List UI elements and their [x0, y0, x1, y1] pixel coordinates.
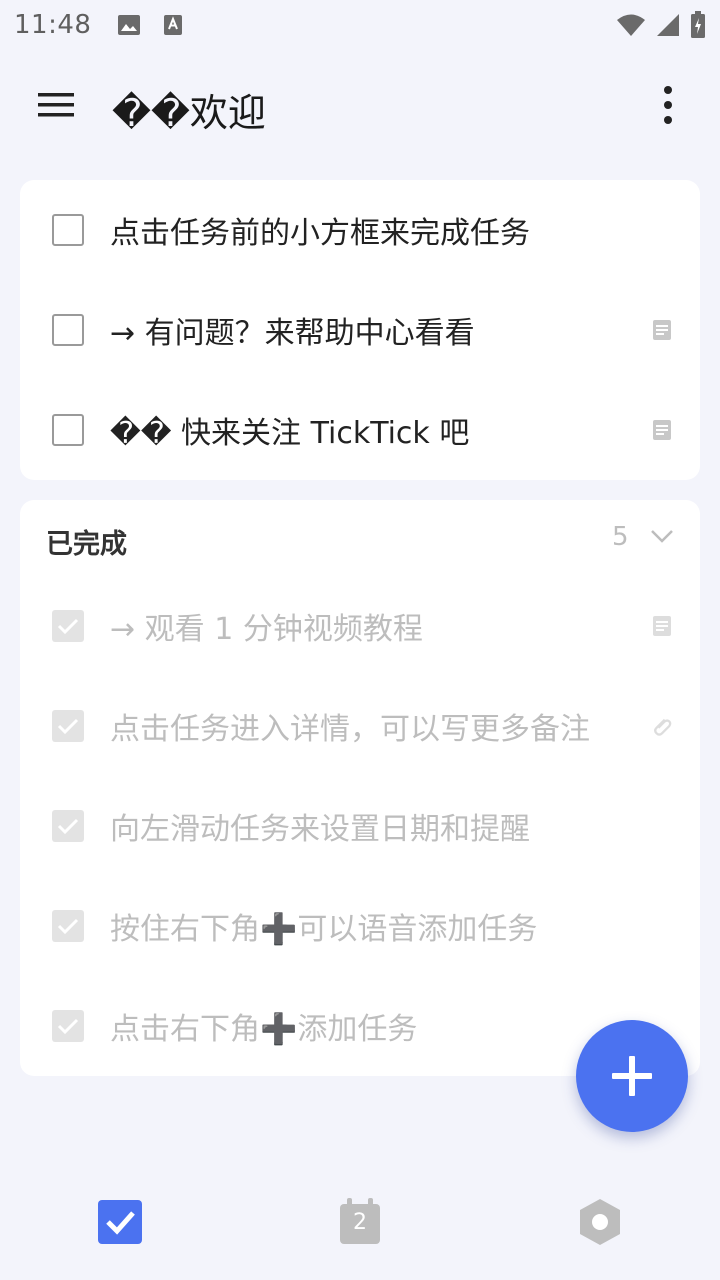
- completed-section-header[interactable]: 已完成 5: [20, 500, 700, 576]
- task-checkbox[interactable]: [52, 314, 84, 346]
- task-title: → 观看 1 分钟视频教程: [110, 612, 423, 647]
- task-title: 向左滑动任务来设置日期和提醒: [110, 812, 530, 847]
- checkmark-icon: [57, 918, 79, 935]
- completed-section-title: 已完成: [46, 529, 127, 560]
- calendar-tab[interactable]: 2: [336, 1196, 384, 1248]
- note-icon: [653, 616, 671, 636]
- task-title: → 有问题？来帮助中心看看: [110, 316, 475, 351]
- completed-task-row[interactable]: 点击任务进入详情，可以写更多备注: [20, 676, 700, 776]
- plus-icon: [612, 1056, 652, 1096]
- completed-card: 已完成 5 → 观看 1 分钟视频教程 点击任务进入详情，可以写更多备注 向左滑…: [20, 500, 700, 1076]
- menu-icon[interactable]: [36, 88, 76, 122]
- text-notification-icon: [164, 15, 183, 35]
- image-notification-icon: [118, 15, 141, 35]
- task-title: 按住右下角➕可以语音添加任务: [110, 912, 538, 947]
- task-title: �� 快来关注 TickTick 吧: [110, 416, 470, 451]
- task-checkbox-checked[interactable]: [52, 610, 84, 642]
- task-checkbox-checked[interactable]: [52, 810, 84, 842]
- task-checkbox-checked[interactable]: [52, 910, 84, 942]
- app-header: ��欢迎: [0, 60, 720, 150]
- signal-icon: [657, 14, 679, 36]
- battery-charging-icon: [691, 11, 705, 38]
- attachment-icon: [654, 718, 672, 736]
- task-title: 点击任务前的小方框来完成任务: [110, 216, 530, 251]
- completed-count: 5: [612, 522, 629, 552]
- checkmark-icon: [57, 718, 79, 735]
- status-bar: 11:48: [0, 0, 720, 50]
- checkmark-icon: [57, 818, 79, 835]
- note-icon: [653, 420, 671, 440]
- task-checkbox-checked[interactable]: [52, 1010, 84, 1042]
- add-task-button[interactable]: [576, 1020, 688, 1132]
- settings-tab-icon[interactable]: [576, 1196, 624, 1248]
- bottom-nav: 2: [0, 1170, 720, 1280]
- task-checkbox-checked[interactable]: [52, 710, 84, 742]
- task-list-card: 点击任务前的小方框来完成任务 → 有问题？来帮助中心看看 �� 快来关注 Tic…: [20, 180, 700, 480]
- chevron-down-icon[interactable]: [650, 528, 674, 544]
- task-title: 点击右下角➕添加任务: [110, 1012, 418, 1047]
- status-system-icons: [616, 11, 706, 39]
- task-title: 点击任务进入详情，可以写更多备注: [110, 712, 590, 747]
- calendar-day-number: 2: [353, 1210, 367, 1235]
- page-title: ��欢迎: [112, 91, 266, 135]
- checkmark-icon: [57, 618, 79, 635]
- checkmark-icon: [57, 1018, 79, 1035]
- task-row[interactable]: �� 快来关注 TickTick 吧: [20, 380, 700, 480]
- task-row[interactable]: → 有问题？来帮助中心看看: [20, 280, 700, 380]
- wifi-icon: [617, 14, 645, 36]
- completed-task-row[interactable]: 向左滑动任务来设置日期和提醒: [20, 776, 700, 876]
- completed-task-row[interactable]: → 观看 1 分钟视频教程: [20, 576, 700, 676]
- task-row[interactable]: 点击任务前的小方框来完成任务: [20, 180, 700, 280]
- task-checkbox[interactable]: [52, 214, 84, 246]
- tasks-tab-icon[interactable]: [96, 1196, 144, 1248]
- status-notification-icons: [117, 14, 183, 36]
- task-checkbox[interactable]: [52, 414, 84, 446]
- note-icon: [653, 320, 671, 340]
- completed-task-row[interactable]: 按住右下角➕可以语音添加任务: [20, 876, 700, 976]
- more-options-icon[interactable]: [652, 84, 684, 126]
- status-time: 11:48: [14, 10, 92, 40]
